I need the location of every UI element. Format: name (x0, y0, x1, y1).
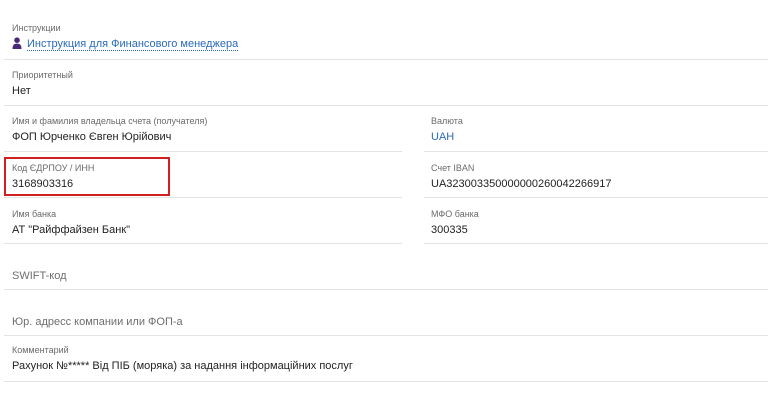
bank-name-label: Имя банка (12, 209, 57, 219)
user-icon (12, 37, 22, 49)
mfo-label: МФО банка (431, 209, 479, 219)
iban-value[interactable]: UA323003350000000260042266917 (431, 178, 611, 190)
swift-field[interactable]: SWIFT-код (12, 270, 67, 282)
owner-label: Имя и фамилия владельца счета (получател… (12, 116, 208, 126)
instructions-label: Инструкции (12, 23, 61, 33)
bank-name-value[interactable]: АТ "Райффайзен Банк" (12, 224, 130, 236)
iban-label: Счет IBAN (431, 163, 475, 173)
mfo-value[interactable]: 300335 (431, 224, 468, 236)
comment-value[interactable]: Рахунок №***** Від ПІБ (моряка) за надан… (12, 360, 353, 372)
mfo-row (424, 198, 768, 244)
comment-row (4, 336, 768, 382)
instructions-link[interactable]: Инструкция для Финансового менеджера (27, 38, 239, 51)
instructions-row (4, 14, 768, 60)
owner-value[interactable]: ФОП Юрченко Євген Юрійович (12, 131, 171, 143)
priority-row (4, 60, 768, 106)
edrpou-label: Код ЄДРПОУ / ИНН (12, 163, 95, 173)
currency-label: Валюта (431, 116, 463, 126)
currency-value[interactable]: UAH (431, 131, 454, 143)
priority-value[interactable]: Нет (12, 85, 31, 97)
legal-address-row (4, 290, 768, 336)
bank-name-row (4, 198, 402, 244)
comment-label: Комментарий (12, 345, 69, 355)
edrpou-value[interactable]: 3168903316 (12, 178, 73, 190)
owner-row (4, 106, 402, 152)
legal-address-field[interactable]: Юр. адресс компании или ФОП-а (12, 316, 183, 328)
priority-label: Приоритетный (12, 70, 73, 80)
swift-row (4, 244, 768, 290)
iban-row (424, 152, 768, 198)
currency-row (424, 106, 768, 152)
